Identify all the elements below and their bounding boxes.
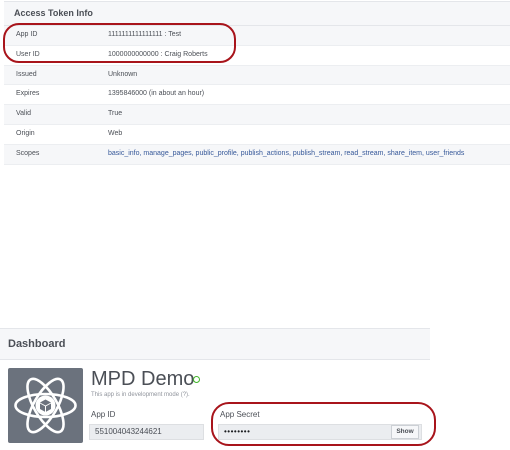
atom-cube-icon: [14, 377, 77, 434]
token-key: Valid: [16, 110, 32, 118]
token-row-scopes: Scopes basic_info, manage_pages, public_…: [4, 144, 510, 165]
development-mode-note: This app is in development mode (?).: [91, 392, 190, 398]
app-id-field[interactable]: 551004043244621: [89, 424, 204, 440]
token-value: 1395846000 (in about an hour): [108, 90, 205, 98]
token-value: 1111111111111111 : Test: [108, 31, 182, 38]
scopes-link[interactable]: basic_info, manage_pages, public_profile…: [108, 145, 464, 164]
token-row-expires: Expires 1395846000 (in about an hour): [4, 85, 510, 106]
token-value: Unknown: [108, 70, 138, 78]
token-info-title: Access Token Info: [4, 2, 510, 26]
token-row-valid: Valid True: [4, 105, 510, 125]
token-key: User ID: [16, 50, 40, 58]
token-row-app-id: App ID 1111111111111111 : Test: [4, 26, 510, 46]
token-row-origin: Origin Web: [4, 125, 510, 145]
app-icon: [8, 368, 83, 443]
token-key: Expires: [16, 90, 40, 98]
token-key: Issued: [16, 70, 37, 78]
token-row-user-id: User ID 1000000000000 : Craig Roberts: [4, 46, 510, 66]
app-secret-label: App Secret: [220, 410, 260, 419]
token-info-table: App ID 1111111111111111 : Test User ID 1…: [4, 26, 510, 165]
token-value: Web: [108, 129, 123, 137]
token-value: 1000000000000 : Craig Roberts: [108, 50, 208, 58]
dashboard-header: Dashboard: [0, 328, 430, 360]
token-key: Scopes: [16, 149, 40, 157]
app-name: MPD Demo: [91, 368, 195, 390]
token-key: Origin: [16, 129, 35, 137]
show-secret-button[interactable]: Show: [391, 425, 419, 439]
status-circle-icon: [193, 376, 200, 383]
dashboard-title: Dashboard: [8, 338, 66, 350]
access-token-info-panel: Access Token Info App ID 111111111111111…: [4, 1, 510, 165]
token-key: App ID: [16, 31, 38, 38]
app-id-label: App ID: [91, 410, 116, 419]
token-row-issued: Issued Unknown: [4, 65, 510, 86]
token-value: True: [108, 110, 123, 118]
